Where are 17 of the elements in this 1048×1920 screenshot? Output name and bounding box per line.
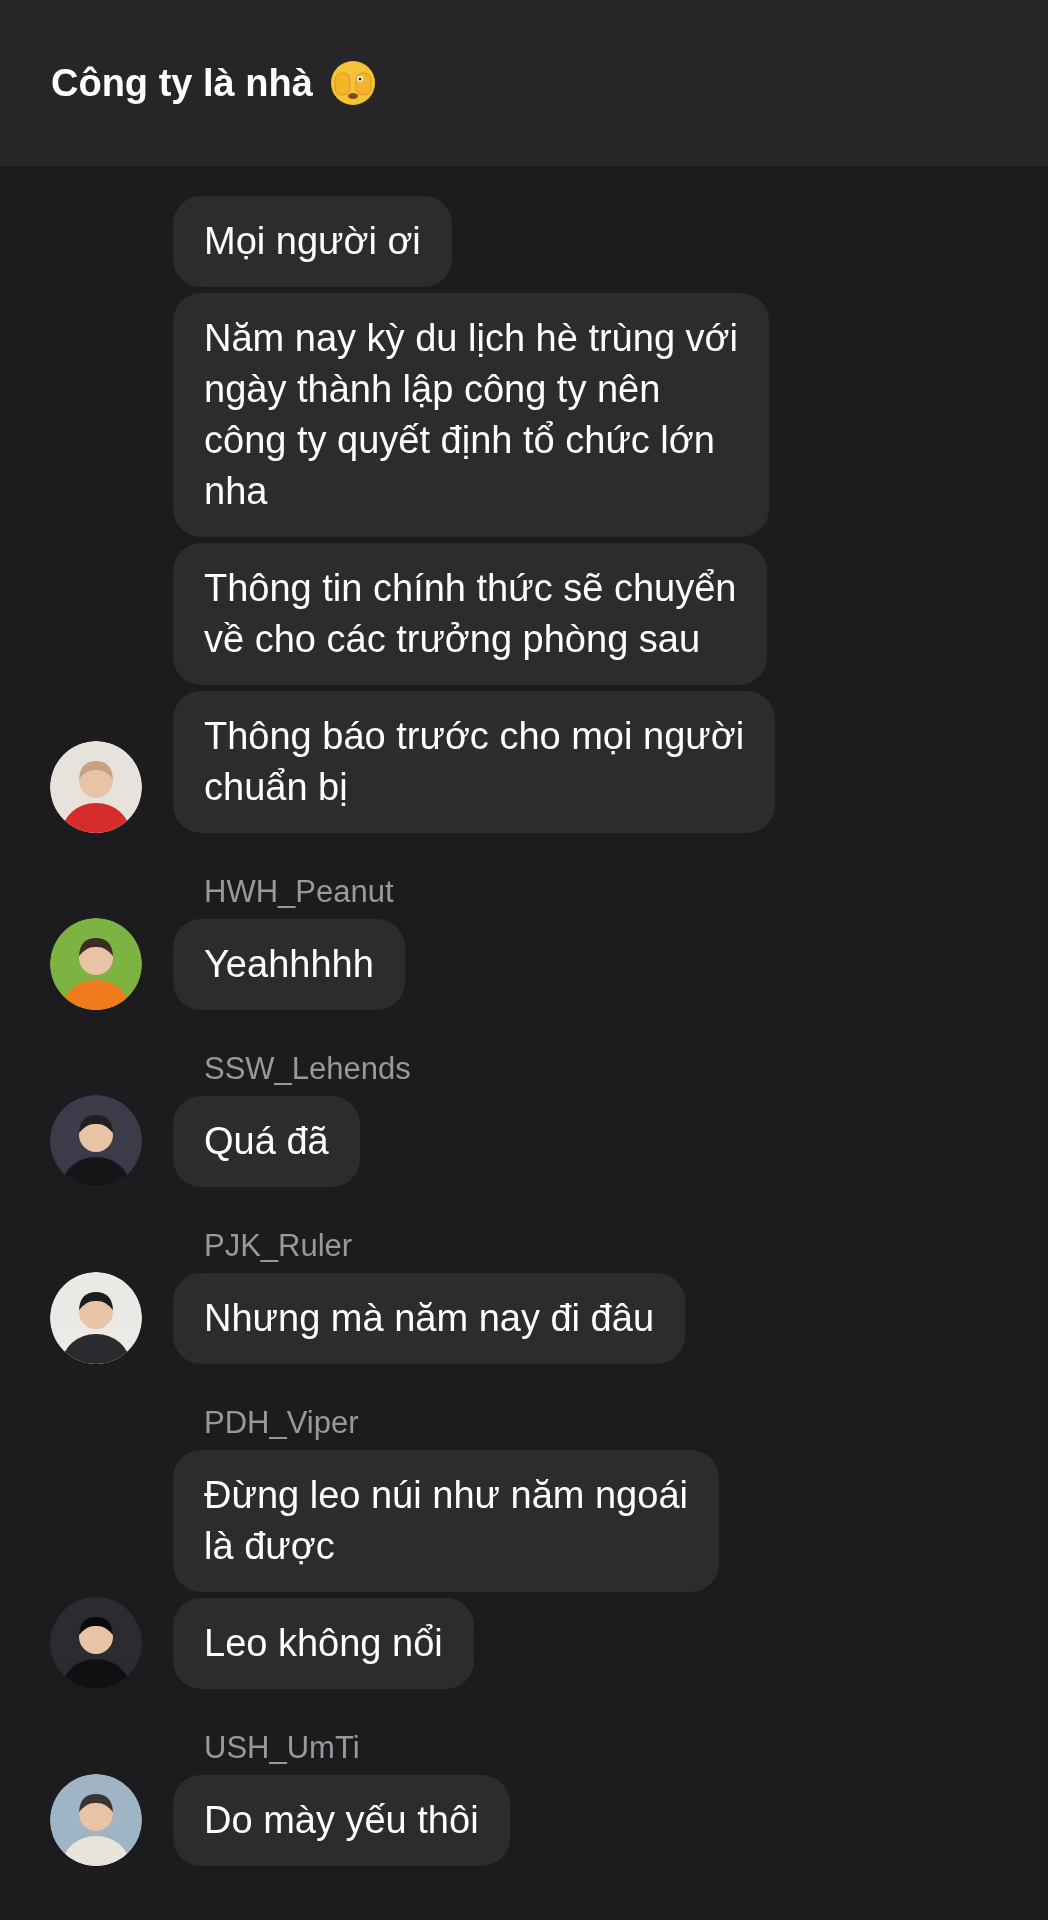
- message-bubble: Yeahhhhh: [173, 919, 405, 1010]
- sender-name: SSW_Lehends: [204, 1050, 411, 1088]
- message-bubble: Thông tin chính thức sẽ chuyển về cho các trưởng phòng sau: [173, 543, 768, 685]
- sender-name: PJK_Ruler: [204, 1227, 353, 1265]
- message-bubble: Leo không nổi: [173, 1598, 474, 1689]
- message-bubble: Do mày yếu thôi: [173, 1775, 510, 1866]
- message-bubble: Đừng leo núi như năm ngoái là được: [173, 1450, 719, 1592]
- sender-name: PDH_Viper: [204, 1404, 359, 1442]
- chat-title: Công ty là nhà: [51, 60, 313, 106]
- face-covering-eyes-emoji-icon: [328, 59, 377, 107]
- message-bubble: Thông báo trước cho mọi người chuẩn bị: [173, 691, 776, 833]
- message-bubble: Nhưng mà năm nay đi đâu: [173, 1273, 686, 1364]
- message-bubble: Mọi người ơi: [173, 196, 452, 287]
- sender-name: USH_UmTi: [204, 1729, 360, 1767]
- message-bubble: Quá đã: [173, 1096, 360, 1187]
- message-bubble: Năm nay kỳ du lịch hè trùng với ngày thành lập công ty nên công ty quyết định tổ chức lớn nha: [173, 293, 769, 537]
- sender-name: HWH_Peanut: [204, 873, 394, 911]
